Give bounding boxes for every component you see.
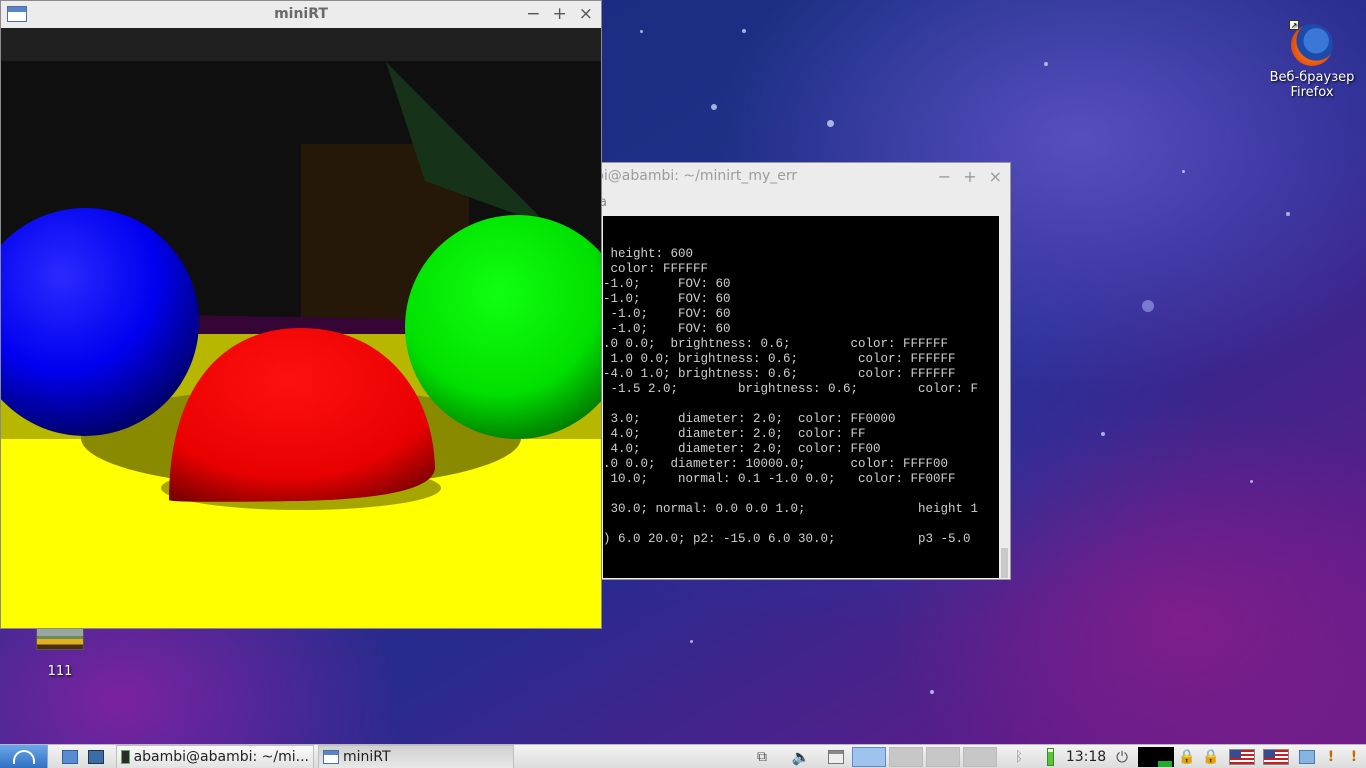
warning-icon[interactable]: ! <box>1344 745 1364 768</box>
terminal-line: -1.0; FOV: 60 <box>603 322 731 336</box>
terminal-line: 4.0; diameter: 2.0; color: FF <box>603 427 866 441</box>
desktop-pager-4[interactable] <box>963 747 997 767</box>
scene-top-band <box>1 28 601 61</box>
terminal-line: ) 6.0 20.0; p2: -15.0 6.0 30.0; p3 -5.0 <box>603 532 971 546</box>
terminal-line: 10.0; normal: 0.1 -1.0 0.0; color: FF00F… <box>603 472 956 486</box>
window-list-icon[interactable] <box>824 745 848 768</box>
terminal-output[interactable]: height: 600 color: FFFFFF -1.0; FOV: 60 -1… <box>603 216 999 578</box>
us-flag-icon <box>1263 749 1289 765</box>
task-label: miniRT <box>343 749 391 765</box>
maximize-button[interactable]: + <box>553 1 567 28</box>
task-label: abambi@abambi: ~/mi... <box>133 749 309 765</box>
terminal-window[interactable]: bi@abambi: ~/minirt_my_err − + × a heigh… <box>590 162 1011 580</box>
window-title: miniRT <box>274 6 328 22</box>
shortcut-arrow-icon: ↗ <box>1289 20 1299 30</box>
terminal-line: -1.0; FOV: 60 <box>603 277 731 291</box>
terminal-line: .0 0.0; brightness: 0.6; color: FFFFFF <box>603 337 949 351</box>
firefox-icon: ↗ <box>1289 20 1333 66</box>
desktop-icon-111[interactable]: 111 <box>30 626 90 679</box>
taskbar: abambi@abambi: ~/mi... miniRT ⧉ 🔈 ᛒ 13:1… <box>0 744 1366 768</box>
keyboard-layout-icon[interactable] <box>1228 745 1256 768</box>
show-desktop-button[interactable] <box>58 745 82 768</box>
clock[interactable]: 13:18 <box>1064 745 1108 768</box>
desktop-pager-2[interactable] <box>889 747 923 767</box>
terminal-scrollbar[interactable] <box>999 216 1010 578</box>
terminal-line: 3.0; diameter: 2.0; color: FF0000 <box>603 412 896 426</box>
minimize-button[interactable]: − <box>526 1 540 28</box>
lock-icon[interactable]: 🔒 <box>1202 745 1220 768</box>
start-menu-button[interactable] <box>0 745 48 768</box>
window-title: bi@abambi: ~/minirt_my_err <box>595 168 798 184</box>
cpu-monitor[interactable] <box>1138 747 1174 767</box>
scrollbar-thumb[interactable] <box>1001 548 1008 578</box>
desktop-icon-firefox[interactable]: ↗ Веб-браузер Firefox <box>1262 20 1362 100</box>
volume-icon[interactable]: 🔈 <box>788 745 814 768</box>
terminal-line: -4.0 1.0; brightness: 0.6; color: FFFFFF <box>603 367 956 381</box>
update-notification-icon[interactable]: ! <box>1320 745 1342 768</box>
terminal-line: -1.0; FOV: 60 <box>603 307 731 321</box>
window-icon <box>7 6 27 22</box>
panel-icon <box>828 750 844 764</box>
desktop-pager-1[interactable] <box>852 747 886 767</box>
network-launcher[interactable] <box>84 745 108 768</box>
task-terminal[interactable]: abambi@abambi: ~/mi... <box>116 745 314 768</box>
terminal-text: height: 600 color: FFFFFF -1.0; FOV: 60 -1… <box>603 247 978 547</box>
bluetooth-icon[interactable]: ᛒ <box>1012 745 1026 768</box>
window-icon <box>323 750 339 764</box>
terminal-icon <box>121 750 130 764</box>
terminal-line: 1.0 0.0; brightness: 0.6; color: FFFFFF <box>603 352 956 366</box>
network-icon <box>88 750 104 764</box>
terminal-line: -1.5 2.0; brightness: 0.6; color: F <box>603 382 979 396</box>
battery-icon[interactable] <box>1044 745 1056 768</box>
battery-level <box>1046 748 1054 766</box>
minirt-titlebar[interactable]: miniRT − + × <box>1 1 601 28</box>
desktop-icon <box>62 750 78 764</box>
keyboard-layout-icon-2[interactable] <box>1262 745 1290 768</box>
terminal-line: 30.0; normal: 0.0 0.0 1.0; height 1 <box>603 502 979 516</box>
workspace-switch-icon[interactable]: ⧉ <box>750 745 774 768</box>
start-icon <box>12 750 35 764</box>
desktop-icon-label: Firefox <box>1290 85 1334 100</box>
render-canvas <box>1 28 601 628</box>
desktop-icon-label: 111 <box>47 664 73 679</box>
desktop-pager-3[interactable] <box>926 747 960 767</box>
maximize-button[interactable]: + <box>963 163 976 190</box>
terminal-line: color: FFFFFF <box>603 262 709 276</box>
desktop-icon-label: Веб-браузер <box>1269 70 1355 85</box>
image-file-icon <box>36 626 84 650</box>
terminal-line: .0 0.0; diameter: 10000.0; color: FFFF00 <box>603 457 949 471</box>
close-button[interactable]: × <box>579 1 593 28</box>
tray-icon <box>1299 750 1315 764</box>
minirt-window[interactable]: miniRT − + × <box>0 0 602 629</box>
power-icon[interactable]: ⏻ <box>1112 745 1132 768</box>
us-flag-icon <box>1229 749 1255 765</box>
close-button[interactable]: × <box>989 163 1002 190</box>
lock-screen-icon[interactable]: 🔒 <box>1178 745 1196 768</box>
minimize-button[interactable]: − <box>938 163 951 190</box>
tray-app-icon[interactable] <box>1296 745 1318 768</box>
terminal-titlebar[interactable]: bi@abambi: ~/minirt_my_err − + × <box>591 163 1010 190</box>
cpu-load-bar <box>1158 761 1172 767</box>
terminal-line: -1.0; FOV: 60 <box>603 292 731 306</box>
task-minirt[interactable]: miniRT <box>318 745 514 768</box>
terminal-menubar[interactable]: a <box>591 190 1010 216</box>
terminal-line: height: 600 <box>603 247 694 261</box>
terminal-line: 4.0; diameter: 2.0; color: FF00 <box>603 442 881 456</box>
